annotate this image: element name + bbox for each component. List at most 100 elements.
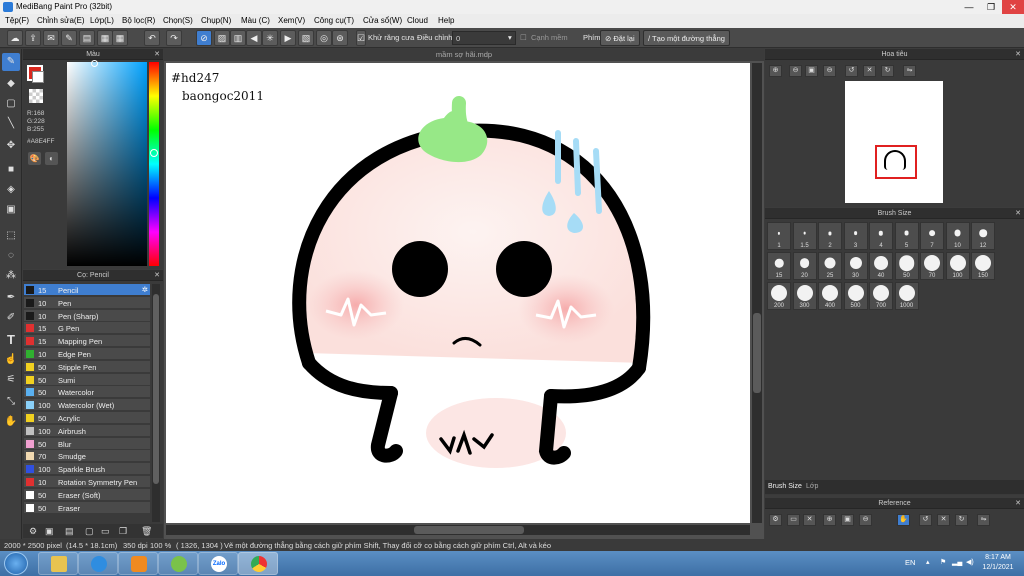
- brush-size-cell[interactable]: 30: [843, 252, 868, 280]
- brush-row[interactable]: 100 Sparkle Brush: [24, 463, 150, 476]
- hue-handle[interactable]: [150, 149, 158, 157]
- clock[interactable]: 8:17 AM 12/1/2021: [978, 553, 1018, 573]
- brush-size-cell[interactable]: 12: [971, 222, 995, 250]
- brush-row[interactable]: 10 Rotation Symmetry Pen: [24, 476, 150, 488]
- menu-file[interactable]: Tệp(F): [5, 16, 29, 25]
- taskbar-app[interactable]: [158, 552, 198, 575]
- brush-size-cell[interactable]: 10: [945, 222, 970, 250]
- canvas-vscroll-thumb[interactable]: [753, 313, 761, 393]
- brush-size-cell[interactable]: 1: [767, 222, 791, 250]
- snap-circle-icon[interactable]: ◎: [316, 30, 332, 46]
- canvas-hscroll-thumb[interactable]: [414, 526, 524, 534]
- ref-zoom-in-icon[interactable]: ⊕: [823, 514, 836, 526]
- menu-cloud[interactable]: Cloud: [407, 16, 428, 25]
- lasso-tool-icon[interactable]: ◌: [2, 247, 20, 265]
- hue-slider[interactable]: [149, 62, 159, 266]
- eraser-tool-icon[interactable]: ◆: [2, 75, 20, 93]
- brush-row[interactable]: 50 Eraser (Soft): [24, 488, 150, 501]
- brush-size-cell[interactable]: 7: [920, 222, 944, 250]
- rotate-right-icon[interactable]: ↻: [881, 65, 894, 77]
- saturation-value-picker[interactable]: [67, 60, 147, 266]
- folder-open-icon[interactable]: ▭: [101, 526, 110, 537]
- close-button[interactable]: ✕: [1002, 0, 1024, 14]
- document-icon[interactable]: ▢: [85, 526, 94, 537]
- menu-snap[interactable]: Chụp(N): [201, 16, 231, 25]
- brush-size-cell[interactable]: 700: [869, 282, 893, 310]
- drawing-canvas[interactable]: #hd247 baongoc2011: [166, 63, 750, 523]
- upload-icon[interactable]: ⇪: [25, 30, 41, 46]
- menu-help[interactable]: Help: [438, 16, 454, 25]
- brush-size-cell[interactable]: 1.5: [792, 222, 817, 250]
- straight-line-button[interactable]: / Tạo một đường thẳng: [643, 30, 730, 46]
- tray-arrow-icon[interactable]: ▴: [926, 558, 930, 566]
- reset-button[interactable]: ⊘ Đặt lại: [600, 30, 640, 46]
- ref-rotate-right-icon[interactable]: ↻: [955, 514, 968, 526]
- flag-icon[interactable]: ⚑: [940, 558, 946, 566]
- brush-size-cell[interactable]: 4: [869, 222, 893, 250]
- ref-reset-icon[interactable]: ✕: [937, 514, 950, 526]
- brush-size-cell[interactable]: 15: [767, 252, 791, 280]
- snap-focus-icon[interactable]: ▧: [298, 30, 314, 46]
- softedge-checkbox[interactable]: ☐: [520, 33, 527, 42]
- brush-size-cell[interactable]: 2: [818, 222, 842, 250]
- grid2-icon[interactable]: ▦: [112, 30, 128, 46]
- ref-hand-icon[interactable]: ✋: [897, 514, 910, 526]
- menu-window[interactable]: Cửa sổ(W): [363, 16, 402, 25]
- start-button[interactable]: [4, 552, 28, 575]
- taskbar-zalo[interactable]: Zalo: [198, 552, 238, 575]
- select-none-icon[interactable]: ⊘: [196, 30, 212, 46]
- actual-size-icon[interactable]: ⊖: [823, 65, 836, 77]
- snap-radial-icon[interactable]: ⊛: [332, 30, 348, 46]
- brush-row[interactable]: 50 Eraser: [24, 501, 150, 514]
- brush-scrollbar-thumb[interactable]: [153, 294, 159, 484]
- brush-size-cell[interactable]: 200: [767, 282, 791, 310]
- volume-icon[interactable]: ◀): [966, 558, 974, 566]
- brush-row[interactable]: 100 Airbrush: [24, 424, 150, 437]
- language-indicator[interactable]: EN: [905, 558, 915, 567]
- cloud-icon[interactable]: ☁: [7, 30, 23, 46]
- brush-size-cell[interactable]: 70: [920, 252, 944, 280]
- trash-icon[interactable]: 🗑: [141, 526, 152, 537]
- ref-rotate-left-icon[interactable]: ↺: [919, 514, 932, 526]
- text-tool-icon[interactable]: T: [2, 331, 20, 349]
- color-history-icon[interactable]: ◐: [45, 152, 58, 165]
- close-icon[interactable]: ✕: [154, 270, 160, 281]
- brush-row[interactable]: 70 Smudge: [24, 450, 150, 463]
- close-icon[interactable]: ✕: [154, 49, 160, 60]
- menu-tools[interactable]: Công cụ(T): [314, 16, 354, 25]
- folder-icon[interactable]: ▣: [45, 526, 54, 537]
- brush-tool-icon[interactable]: ✎: [2, 53, 20, 71]
- adjust-field[interactable]: 0: [452, 31, 516, 45]
- zoom-out-icon[interactable]: ⊖: [789, 65, 802, 77]
- menu-view[interactable]: Xem(V): [278, 16, 305, 25]
- hand-tool-icon[interactable]: ✋: [2, 413, 20, 431]
- menu-select[interactable]: Chọn(S): [163, 16, 193, 25]
- taskbar-ie[interactable]: [78, 552, 118, 575]
- palette-icon[interactable]: 🎨: [28, 152, 41, 165]
- select-pen-icon[interactable]: ✒: [2, 289, 20, 307]
- gear-icon[interactable]: ⚙: [769, 514, 782, 526]
- import-brush-icon[interactable]: ▤: [65, 526, 74, 537]
- brush-settings-icon[interactable]: ✲: [142, 285, 148, 294]
- brush-size-cell[interactable]: 100: [945, 252, 970, 280]
- fit-icon[interactable]: ▣: [805, 65, 818, 77]
- transparent-color-swatch[interactable]: [29, 89, 43, 103]
- hatch-icon[interactable]: ▨: [214, 30, 230, 46]
- taskbar-media[interactable]: [118, 552, 158, 575]
- brush-row[interactable]: 15 Mapping Pen: [24, 335, 150, 348]
- snap-vanish-icon[interactable]: ▶: [280, 30, 296, 46]
- brush-row[interactable]: 50 Blur: [24, 437, 150, 450]
- brush-size-cell[interactable]: 300: [792, 282, 817, 310]
- select-eraser-icon[interactable]: ✐: [2, 309, 20, 327]
- close-icon[interactable]: ✕: [1015, 49, 1021, 60]
- open-folder-icon[interactable]: ▭: [787, 514, 800, 526]
- redo-icon[interactable]: ↷: [166, 30, 182, 46]
- rotate-left-icon[interactable]: ↺: [845, 65, 858, 77]
- undo-icon[interactable]: ↶: [144, 30, 160, 46]
- pattern-icon[interactable]: ▥: [230, 30, 246, 46]
- operation-tool-icon[interactable]: ☝: [2, 351, 20, 369]
- brush-size-cell[interactable]: 50: [894, 252, 919, 280]
- add-brush-icon[interactable]: ⚙: [29, 526, 37, 537]
- chat-icon[interactable]: ✎: [61, 30, 77, 46]
- brush-row[interactable]: 10 Pen: [24, 296, 150, 309]
